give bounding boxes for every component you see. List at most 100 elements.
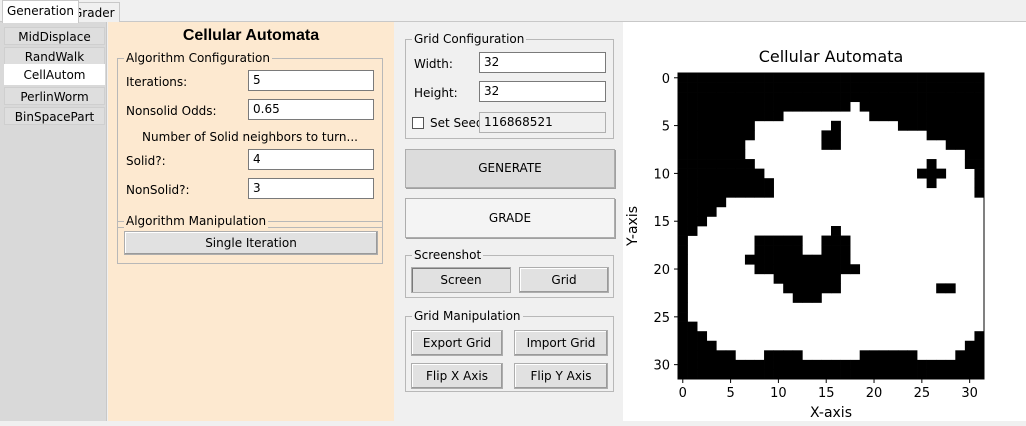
heatmap-cell-r3-c24 — [907, 101, 918, 112]
heatmap-cell-r3-c25 — [917, 101, 927, 112]
screen-screenshot-button[interactable]: Screen — [411, 267, 511, 293]
heatmap-cell-r27-c1 — [687, 331, 698, 342]
heatmap-cell-r22-c14 — [811, 283, 822, 294]
heatmap-cell-r9-c3 — [706, 159, 717, 169]
heatmap-cell-r3-c16 — [831, 101, 841, 112]
heatmap-cell-r2-c31 — [974, 92, 985, 103]
heatmap-cell-r9-c4 — [716, 159, 727, 169]
heatmap-cell-r1-c29 — [955, 82, 966, 93]
seed-value-input[interactable]: 116868521 — [479, 112, 606, 133]
heatmap-cell-r0-c29 — [955, 73, 966, 83]
heatmap-cell-r0-c5 — [725, 73, 736, 83]
heatmap-cell-r29-c20 — [869, 350, 880, 361]
grid-height-input[interactable]: 32 — [479, 81, 606, 102]
heatmap-cell-r9-c0 — [678, 159, 688, 169]
heatmap-cell-r28-c3 — [706, 340, 717, 351]
import-grid-button[interactable]: Import Grid — [514, 330, 608, 356]
algorithm-tab-randwalk[interactable]: RandWalk — [4, 47, 105, 65]
heatmap-cell-r20-c13 — [802, 264, 813, 275]
heatmap-cell-r31-c14 — [811, 369, 822, 380]
heatmap-cell-r1-c5 — [725, 82, 736, 93]
flip-y-axis-button[interactable]: Flip Y Axis — [514, 363, 608, 389]
heatmap-cell-r12-c4 — [716, 187, 727, 198]
nonsolid-odds-input[interactable]: 0.65 — [248, 99, 374, 120]
heatmap-cell-r30-c24 — [907, 359, 918, 370]
heatmap-cell-r2-c16 — [831, 92, 841, 103]
heatmap-cell-r3-c5 — [725, 101, 736, 112]
algorithm-tab-cellautom[interactable]: CellAutom — [4, 64, 105, 85]
heatmap-cell-r15-c0 — [678, 216, 688, 227]
heatmap-cell-r4-c31 — [974, 111, 985, 122]
heatmap-cell-r5-c24 — [907, 120, 918, 131]
heatmap-cell-r4-c27 — [936, 111, 947, 122]
heatmap-cell-r10-c6 — [735, 168, 746, 179]
solid-neighbors-input[interactable]: 4 — [248, 149, 374, 170]
heatmap-cell-r5-c27 — [936, 120, 947, 131]
heatmap-cell-r4-c23 — [897, 111, 908, 122]
iterations-input[interactable]: 5 — [248, 70, 374, 91]
heatmap-cell-r19-c8 — [754, 254, 765, 265]
heatmap-cell-r8-c2 — [697, 149, 708, 160]
heatmap-cell-r0-c26 — [926, 73, 937, 83]
heatmap-cell-r6-c15 — [821, 130, 832, 141]
heatmap-cell-r16-c1 — [687, 226, 698, 236]
heatmap-cell-r28-c1 — [687, 340, 698, 351]
heatmap-cell-r31-c18 — [850, 369, 861, 380]
heatmap-cell-r0-c20 — [869, 73, 880, 83]
set-seed-checkbox[interactable] — [412, 117, 424, 129]
heatmap-cell-r4-c10 — [773, 111, 784, 122]
heatmap-cell-r6-c29 — [955, 130, 966, 141]
heatmap-cell-r4-c7 — [744, 111, 755, 122]
algorithm-tab-perlinworm[interactable]: PerlinWorm — [4, 87, 105, 105]
heatmap-cell-r18-c10 — [773, 245, 784, 256]
grade-button[interactable]: GRADE — [405, 198, 615, 238]
heatmap-cell-r30-c15 — [821, 359, 832, 370]
single-iteration-button[interactable]: Single Iteration — [124, 231, 378, 255]
generate-button[interactable]: GENERATE — [405, 149, 615, 188]
heatmap-cell-r3-c15 — [821, 101, 832, 112]
heatmap-cell-r3-c26 — [926, 101, 937, 112]
heatmap-cell-r29-c11 — [783, 350, 794, 361]
algorithm-tab-middisplace[interactable]: MidDisplace — [4, 27, 105, 45]
heatmap-cell-r30-c29 — [955, 359, 966, 370]
heatmap-cell-r30-c7 — [744, 359, 755, 370]
set-seed-label: Set Seed — [430, 116, 484, 130]
nonsolid-neighbors-input[interactable]: 3 — [248, 178, 374, 199]
heatmap-cell-r2-c7 — [744, 92, 755, 103]
algorithm-tab-binspacepart[interactable]: BinSpacePart — [4, 107, 105, 125]
heatmap-cell-r22-c13 — [802, 283, 813, 294]
heatmap-cell-r1-c13 — [802, 82, 813, 93]
heatmap-cell-r2-c24 — [907, 92, 918, 103]
heatmap-cell-r31-c13 — [802, 369, 813, 380]
heatmap-cell-r22-c16 — [831, 283, 841, 294]
heatmap-cell-r2-c18 — [850, 92, 861, 103]
heatmap-cell-r30-c11 — [783, 359, 794, 370]
heatmap-cell-r31-c3 — [706, 369, 717, 380]
heatmap-cell-r1-c31 — [974, 82, 985, 93]
heatmap-cell-r3-c29 — [955, 101, 966, 112]
neighbors-caption: Number of Solid neighbors to turn... — [142, 130, 358, 144]
heatmap-cell-r29-c9 — [764, 350, 774, 361]
flip-x-axis-button[interactable]: Flip X Axis — [411, 363, 503, 389]
heatmap-cell-r16-c16 — [831, 226, 841, 236]
panel-title: Cellular Automata — [182, 27, 320, 44]
heatmap-cell-r2-c17 — [840, 92, 851, 103]
heatmap-cell-r31-c0 — [678, 369, 688, 380]
heatmap-cell-r3-c6 — [735, 101, 746, 112]
heatmap-cell-r3-c12 — [792, 101, 803, 112]
heatmap-cell-r1-c20 — [869, 82, 880, 93]
heatmap-cell-r13-c3 — [706, 197, 717, 208]
export-grid-button[interactable]: Export Grid — [411, 330, 503, 356]
heatmap-cell-r31-c20 — [869, 369, 880, 380]
x-tick-label-30: 30 — [961, 386, 978, 401]
tab-generation[interactable]: Generation — [2, 0, 79, 23]
heatmap-cell-r4-c8 — [754, 111, 765, 122]
algorithm-panel: Cellular Automata Algorithm Configuratio… — [108, 22, 394, 421]
grid-screenshot-button[interactable]: Grid — [519, 267, 609, 293]
grid-width-input[interactable]: 32 — [479, 52, 606, 73]
heatmap-cell-r31-c10 — [773, 369, 784, 380]
heatmap-cell-r3-c23 — [897, 101, 908, 112]
x-tick-label-10: 10 — [770, 386, 787, 401]
heatmap-cell-r3-c14 — [811, 101, 822, 112]
heatmap-cell-r19-c16 — [831, 254, 841, 265]
